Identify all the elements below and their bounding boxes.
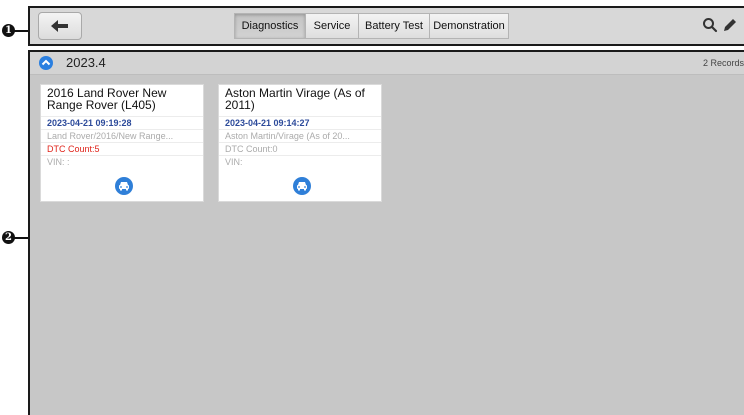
records-panel: 2023.4 2 Records 2016 Land Rover New Ran… bbox=[28, 50, 744, 415]
date-group-header[interactable]: 2023.4 2 Records bbox=[30, 52, 744, 75]
dtc-count: DTC Count:5 bbox=[41, 142, 203, 155]
dtc-count: DTC Count:0 bbox=[219, 142, 381, 155]
tab-demonstration[interactable]: Demonstration bbox=[429, 13, 509, 39]
tab-service[interactable]: Service bbox=[305, 13, 359, 39]
top-toolbar: Diagnostics Service Battery Test Demonst… bbox=[28, 6, 744, 46]
vin-label: VIN: bbox=[219, 155, 381, 168]
vin-label: VIN: : bbox=[41, 155, 203, 168]
vehicle-path: Aston Martin/Virage (As of 20... bbox=[219, 129, 381, 142]
record-count: 2 Records bbox=[702, 58, 744, 68]
record-datetime: 2023-04-21 09:14:27 bbox=[219, 116, 381, 129]
callout-2: 2 bbox=[0, 231, 29, 245]
record-datetime: 2023-04-21 09:19:28 bbox=[41, 116, 203, 129]
edit-pencil-icon[interactable] bbox=[722, 17, 738, 33]
back-button[interactable] bbox=[38, 12, 82, 40]
history-record-card[interactable]: Aston Martin Virage (As of 2011) 2023-04… bbox=[218, 84, 382, 202]
tab-battery-test[interactable]: Battery Test bbox=[358, 13, 430, 39]
car-icon[interactable] bbox=[115, 177, 133, 195]
tab-diagnostics[interactable]: Diagnostics bbox=[234, 13, 306, 39]
search-icon[interactable] bbox=[702, 17, 718, 33]
function-tabs: Diagnostics Service Battery Test Demonst… bbox=[234, 13, 509, 39]
back-arrow-icon bbox=[51, 20, 68, 32]
callout-1: 1 bbox=[0, 24, 29, 38]
callout-leader-line bbox=[14, 30, 29, 32]
car-icon[interactable] bbox=[293, 177, 311, 195]
callout-leader-line bbox=[14, 237, 29, 239]
vehicle-title: 2016 Land Rover New Range Rover (L405) bbox=[47, 86, 167, 112]
chevron-up-icon[interactable] bbox=[39, 56, 53, 70]
history-record-card[interactable]: 2016 Land Rover New Range Rover (L405) 2… bbox=[40, 84, 204, 202]
vehicle-path: Land Rover/2016/New Range... bbox=[41, 129, 203, 142]
vehicle-title: Aston Martin Virage (As of 2011) bbox=[225, 86, 365, 112]
group-date-title: 2023.4 bbox=[66, 55, 106, 70]
